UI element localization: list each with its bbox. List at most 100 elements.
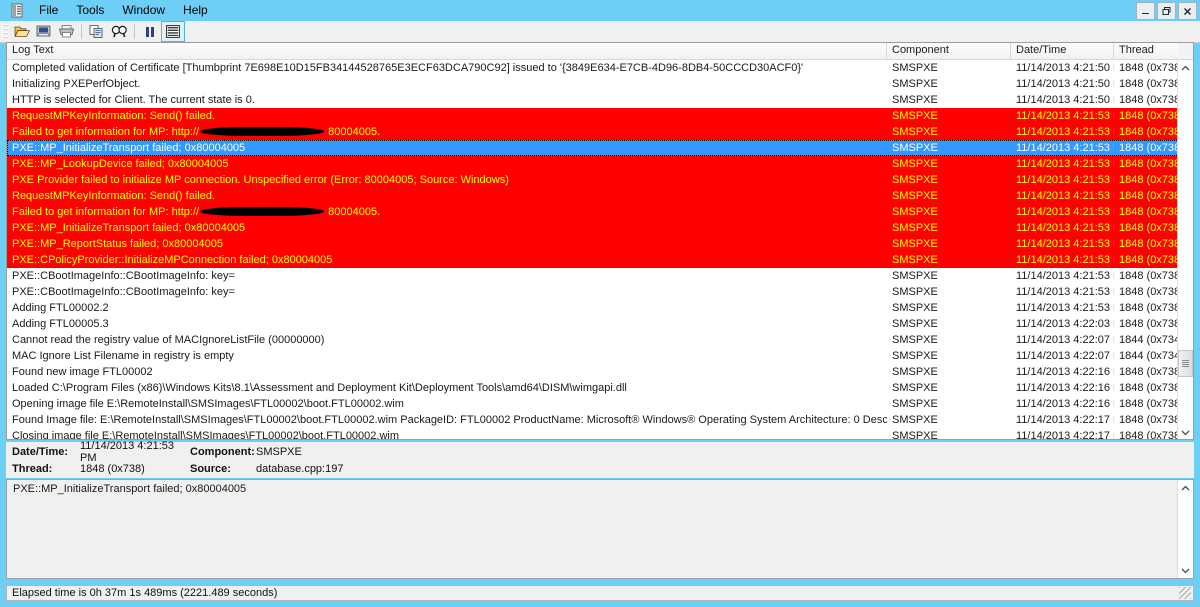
cell-component: SMSPXE [892, 238, 938, 250]
table-row[interactable]: MAC Ignore List Filename in registry is … [7, 348, 1193, 364]
cell-component: SMSPXE [892, 142, 938, 154]
cell-component: SMSPXE [892, 62, 938, 74]
table-row[interactable]: Adding FTL00005.3 SMSPXE 11/14/2013 4:22:0… [7, 316, 1193, 332]
column-header-component[interactable]: Component [887, 43, 1011, 59]
detail-source-value: database.cpp:197 [256, 462, 344, 475]
table-row[interactable]: PXE::CBootImageInfo::CBootImageInfo: key… [7, 284, 1193, 300]
detail-component-value: SMSPXE [256, 445, 302, 458]
table-row[interactable]: Cannot read the registry value of MACIgn… [7, 332, 1193, 348]
table-row[interactable]: RequestMPKeyInformation: Send() failed. S… [7, 188, 1193, 204]
detail-row-2: Thread: 1848 (0x738) Source: database.cp… [6, 459, 1194, 476]
cell-log-text: Initializing PXEPerfObject. [12, 78, 141, 90]
cell-datetime: 11/14/2013 4:22:07 PM [1016, 350, 1114, 362]
message-pane-scrollbar[interactable] [1177, 480, 1193, 578]
table-row[interactable]: HTTP is selected for Client. The current… [7, 92, 1193, 108]
view-lines-icon[interactable] [161, 21, 185, 42]
log-rows: Completed validation of Certificate [Thu… [7, 60, 1193, 440]
table-row[interactable]: Loaded C:\Program Files (x86)\Windows Ki… [7, 380, 1193, 396]
scroll-thumb[interactable] [1178, 350, 1193, 377]
cell-component: SMSPXE [892, 158, 938, 170]
column-header-log-text[interactable]: Log Text [7, 43, 887, 59]
cell-log-text: PXE::CBootImageInfo::CBootImageInfo: key… [12, 270, 235, 282]
log-text-after: 80004005. [325, 126, 381, 138]
cell-datetime: 11/14/2013 4:21:53 PM [1016, 190, 1114, 202]
cell-thread: 1848 (0x738) [1119, 302, 1178, 314]
cell-log-text: HTTP is selected for Client. The current… [12, 94, 255, 106]
cell-log-text: Found new image FTL00002 [12, 366, 153, 378]
log-list-scrollbar[interactable] [1177, 60, 1193, 439]
cell-component: SMSPXE [892, 286, 938, 298]
cell-datetime: 11/14/2013 4:22:17 PM [1016, 414, 1114, 426]
message-pane[interactable]: PXE::MP_InitializeTransport failed; 0x80… [6, 479, 1194, 579]
cell-datetime: 11/14/2013 4:21:53 PM [1016, 270, 1114, 282]
cell-datetime: 11/14/2013 4:21:53 PM [1016, 206, 1114, 218]
message-text: PXE::MP_InitializeTransport failed; 0x80… [13, 483, 247, 495]
save-icon[interactable] [33, 22, 55, 41]
cell-component: SMSPXE [892, 270, 938, 282]
menu-item-help[interactable]: Help [174, 1, 217, 20]
message-scroll-up-icon[interactable] [1178, 480, 1193, 496]
cell-component: SMSPXE [892, 126, 938, 138]
cell-component: SMSPXE [892, 78, 938, 90]
table-row[interactable]: Initializing PXEPerfObject. SMSPXE 11/14/2… [7, 76, 1193, 92]
table-row[interactable]: PXE::MP_InitializeTransport failed; 0x80… [7, 220, 1193, 236]
menu-item-tools[interactable]: Tools [67, 1, 113, 20]
cell-datetime: 11/14/2013 4:21:50 PM [1016, 78, 1114, 90]
restore-button[interactable] [1157, 2, 1176, 20]
cell-datetime: 11/14/2013 4:22:17 PM [1016, 430, 1114, 440]
table-row[interactable]: Completed validation of Certificate [Thu… [7, 60, 1193, 76]
table-row[interactable]: Failed to get information for MP: http:/… [7, 204, 1193, 220]
menu-item-window[interactable]: Window [113, 1, 174, 20]
toolbar-separator-1 [81, 24, 82, 39]
cell-datetime: 11/14/2013 4:21:53 PM [1016, 286, 1114, 298]
table-row[interactable]: Found new image FTL00002 SMSPXE 11/14/2013… [7, 364, 1193, 380]
cell-datetime: 11/14/2013 4:21:53 PM [1016, 302, 1114, 314]
cell-component: SMSPXE [892, 302, 938, 314]
cell-log-text: PXE::CBootImageInfo::CBootImageInfo: key… [12, 286, 235, 298]
pause-icon[interactable] [139, 22, 161, 41]
table-row[interactable]: PXE::CBootImageInfo::CBootImageInfo: key… [7, 268, 1193, 284]
table-row[interactable]: Found Image file: E:\RemoteInstall\SMSIm… [7, 412, 1193, 428]
cell-datetime: 11/14/2013 4:22:16 PM [1016, 398, 1114, 410]
resize-grip-icon[interactable] [1179, 587, 1191, 599]
table-row[interactable]: Closing image file E:\RemoteInstall\SMSI… [7, 428, 1193, 440]
cell-thread: 1848 (0x738) [1119, 414, 1178, 426]
column-header-thread[interactable]: Thread [1114, 43, 1178, 59]
copy-icon[interactable] [86, 22, 108, 41]
column-header-datetime[interactable]: Date/Time [1011, 43, 1114, 59]
open-icon[interactable] [11, 22, 33, 41]
cell-component: SMSPXE [892, 254, 938, 266]
menu-item-file[interactable]: File [30, 1, 67, 20]
status-bar: Elapsed time is 0h 37m 1s 489ms (2221.48… [6, 585, 1194, 601]
print-icon[interactable] [55, 22, 77, 41]
cell-thread: 1848 (0x738) [1119, 94, 1178, 106]
scroll-up-icon[interactable] [1178, 60, 1193, 76]
cell-thread: 1848 (0x738) [1119, 286, 1178, 298]
cell-log-text: MAC Ignore List Filename in registry is … [12, 350, 234, 362]
table-row[interactable]: Opening image file E:\RemoteInstall\SMSI… [7, 396, 1193, 412]
cell-datetime: 11/14/2013 4:21:53 PM [1016, 222, 1114, 234]
table-row[interactable]: PXE::MP_InitializeTransport failed; 0x80… [7, 140, 1193, 156]
minimize-button[interactable] [1136, 2, 1155, 20]
scroll-down-icon[interactable] [1178, 424, 1193, 439]
toolbar-grip[interactable] [2, 23, 8, 40]
table-row[interactable]: Adding FTL00002.2 SMSPXE 11/14/2013 4:21:5… [7, 300, 1193, 316]
table-row[interactable]: PXE::MP_ReportStatus failed; 0x80004005 S… [7, 236, 1193, 252]
app-icon[interactable] [8, 2, 26, 20]
redaction-bar [200, 206, 325, 216]
log-list[interactable]: Log Text Component Date/Time Thread Comp… [6, 42, 1194, 440]
cell-datetime: 11/14/2013 4:22:07 PM [1016, 334, 1114, 346]
find-icon[interactable] [108, 22, 130, 41]
table-row[interactable]: RequestMPKeyInformation: Send() failed. S… [7, 108, 1193, 124]
cell-log-text: PXE::MP_LookupDevice failed; 0x80004005 [12, 158, 229, 170]
table-row[interactable]: PXE::MP_LookupDevice failed; 0x80004005 S… [7, 156, 1193, 172]
message-scroll-down-icon[interactable] [1178, 562, 1193, 578]
close-button[interactable] [1178, 2, 1197, 20]
cell-log-text: Failed to get information for MP: http:/… [7, 124, 887, 140]
cell-thread: 1848 (0x738) [1119, 254, 1178, 266]
cell-thread: 1848 (0x738) [1119, 430, 1178, 440]
table-row[interactable]: PXE::CPolicyProvider::InitializeMPConnec… [7, 252, 1193, 268]
detail-thread-value: 1848 (0x738) [80, 462, 145, 475]
table-row[interactable]: Failed to get information for MP: http:/… [7, 124, 1193, 140]
table-row[interactable]: PXE Provider failed to initialize MP con… [7, 172, 1193, 188]
